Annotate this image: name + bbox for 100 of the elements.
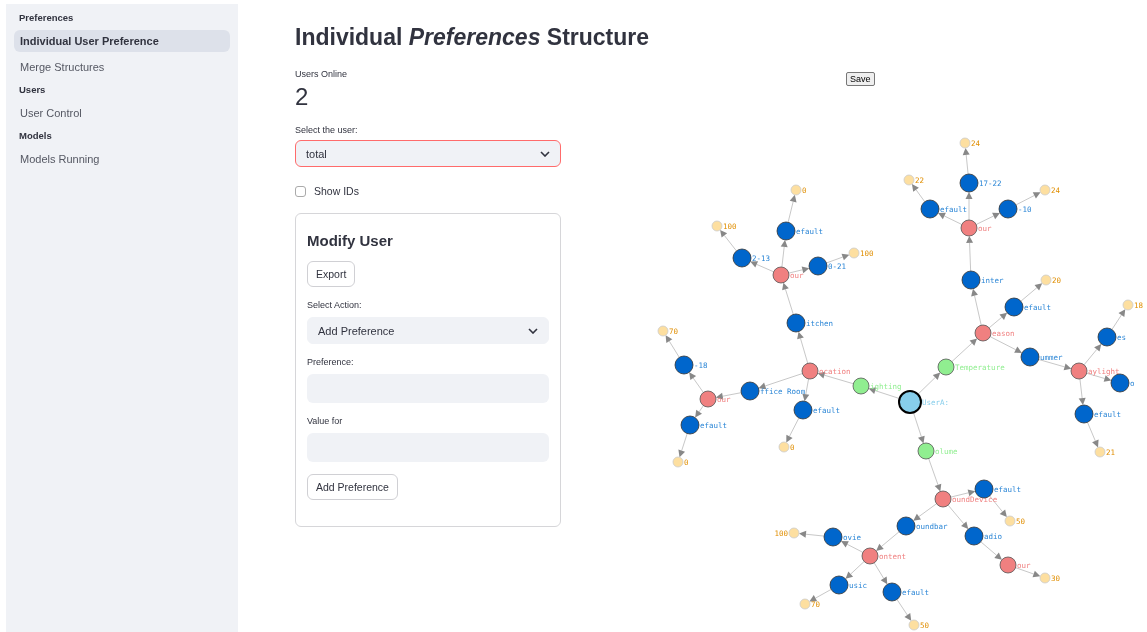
edge-arrow xyxy=(966,236,974,272)
value-node[interactable] xyxy=(778,441,790,453)
value-node[interactable] xyxy=(1039,572,1051,584)
sidebar-item[interactable]: Merge Structures xyxy=(14,56,230,78)
edge-arrow xyxy=(678,433,688,458)
option-node[interactable] xyxy=(964,526,984,546)
edge-arrow xyxy=(928,458,942,492)
value-node[interactable] xyxy=(1094,446,1106,458)
sidebar-item[interactable]: Models Running xyxy=(14,148,230,170)
value-node[interactable] xyxy=(788,527,800,539)
edge-arrow xyxy=(965,192,973,221)
option-node[interactable] xyxy=(896,516,916,536)
option-node[interactable] xyxy=(920,199,940,219)
option-node[interactable] xyxy=(786,313,806,333)
option-node[interactable] xyxy=(961,270,981,290)
option-node[interactable] xyxy=(732,248,752,268)
edge-arrow xyxy=(917,372,941,395)
edge-arrow xyxy=(971,288,982,326)
edge-arrow xyxy=(947,504,969,530)
export-button[interactable]: Export xyxy=(307,261,356,287)
edge-arrow xyxy=(786,417,800,443)
edge-arrow xyxy=(689,372,704,393)
value-node[interactable] xyxy=(657,325,669,337)
option-node[interactable] xyxy=(674,355,694,375)
attribute-node[interactable] xyxy=(699,390,717,408)
edge-arrow xyxy=(938,212,963,225)
user-node[interactable] xyxy=(898,390,922,414)
option-node[interactable] xyxy=(829,575,849,595)
attribute-node[interactable] xyxy=(999,556,1017,574)
value-node[interactable] xyxy=(959,137,971,149)
option-node[interactable] xyxy=(959,173,979,193)
chevron-down-icon xyxy=(540,150,550,157)
value-node[interactable] xyxy=(908,619,920,631)
value-node[interactable] xyxy=(903,174,915,186)
attribute-node[interactable] xyxy=(1070,362,1088,380)
attribute-node[interactable] xyxy=(934,490,952,508)
edge-arrow xyxy=(825,253,850,264)
option-node[interactable] xyxy=(1097,327,1117,347)
edge-arrow xyxy=(695,405,704,418)
value-node[interactable] xyxy=(672,456,684,468)
value-node[interactable] xyxy=(1004,515,1016,527)
attribute-node[interactable] xyxy=(974,324,992,342)
edge-arrow xyxy=(873,562,888,585)
edge-arrow xyxy=(980,541,1002,560)
edge-arrow xyxy=(912,411,925,444)
option-node[interactable] xyxy=(1074,404,1094,424)
form-title: Modify User xyxy=(307,232,393,249)
field-label: Select the user: xyxy=(295,125,359,135)
option-node[interactable] xyxy=(823,527,843,547)
add-preference-button[interactable]: Add Preference xyxy=(307,474,398,500)
edge-arrow xyxy=(1020,283,1043,302)
sidebar-item[interactable]: User Control xyxy=(14,102,230,124)
edge-arrow xyxy=(809,588,832,602)
metric-label: Users Online xyxy=(295,69,349,79)
value-node[interactable] xyxy=(1122,299,1134,311)
edge-arrow xyxy=(797,331,809,364)
sidebar-heading: Users xyxy=(18,83,47,97)
edge-arrow xyxy=(1015,192,1041,206)
option-node[interactable] xyxy=(740,381,760,401)
attribute-node[interactable] xyxy=(960,219,978,237)
category-node[interactable] xyxy=(917,442,935,460)
option-node[interactable] xyxy=(882,582,902,602)
edge-arrow xyxy=(845,560,865,579)
category-node[interactable] xyxy=(937,358,955,376)
checkbox[interactable] xyxy=(295,185,306,197)
edge-arrow xyxy=(1038,358,1072,371)
field-label: Select Action: xyxy=(307,300,362,310)
edge-arrow xyxy=(989,336,1022,353)
value-node[interactable] xyxy=(1040,274,1052,286)
edge-arrow xyxy=(1111,309,1126,330)
value-node[interactable] xyxy=(848,247,860,259)
edge-arrow xyxy=(951,338,978,363)
sidebar-heading: Models xyxy=(18,129,53,143)
value-node[interactable] xyxy=(790,184,802,196)
edge-arrow xyxy=(1015,567,1041,578)
option-node[interactable] xyxy=(793,400,813,420)
value-node[interactable] xyxy=(711,220,723,232)
option-node[interactable] xyxy=(776,221,796,241)
category-node[interactable] xyxy=(852,377,870,395)
edge-arrow xyxy=(876,531,900,551)
option-node[interactable] xyxy=(680,415,700,435)
edge-arrow xyxy=(782,282,794,315)
option-node[interactable] xyxy=(1020,347,1040,367)
action-select[interactable]: Add Preference xyxy=(307,317,549,344)
edge-arrow xyxy=(962,148,970,175)
option-node[interactable] xyxy=(998,199,1018,219)
attribute-node[interactable] xyxy=(801,362,819,380)
edge-arrow xyxy=(1083,343,1102,366)
attribute-node[interactable] xyxy=(772,266,790,284)
edge-arrow xyxy=(896,599,912,621)
edge-arrow xyxy=(988,312,1008,329)
attribute-node[interactable] xyxy=(861,547,879,565)
sidebar-heading: Preferences xyxy=(18,11,75,25)
option-node[interactable] xyxy=(808,256,828,276)
save-button[interactable]: Save xyxy=(846,72,875,86)
option-node[interactable] xyxy=(1004,297,1024,317)
value-node[interactable] xyxy=(799,598,811,610)
user-select[interactable]: total xyxy=(295,140,561,167)
sidebar-item[interactable]: Individual User Preference xyxy=(14,30,230,52)
value-node[interactable] xyxy=(1039,184,1051,196)
